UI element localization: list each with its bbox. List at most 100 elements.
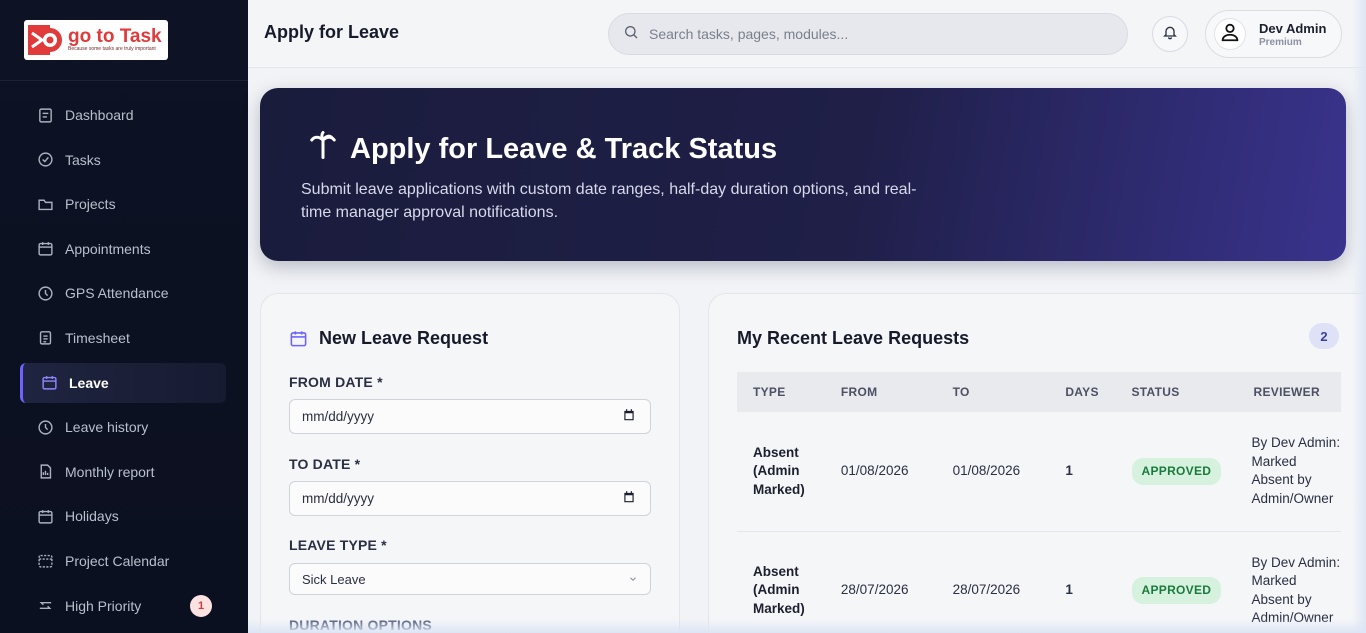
to-date-input[interactable]: mm/dd/yyyy	[289, 481, 651, 516]
palm-tree-icon	[308, 130, 338, 168]
sidebar-item-label: Dashboard	[65, 107, 134, 123]
cell-days: 1	[1065, 582, 1073, 598]
sidebar-item-dashboard[interactable]: Dashboard	[20, 95, 226, 135]
sidebar-item-high-priority[interactable]: High Priority 1	[20, 586, 226, 626]
column-header: TO	[952, 385, 970, 399]
user-name: Dev Admin	[1259, 20, 1327, 36]
logo-title: go to Task	[68, 25, 162, 47]
calendar-picker-icon	[622, 490, 636, 507]
cell-status: APPROVED	[1116, 412, 1238, 531]
clock-icon	[36, 418, 54, 436]
calendar-icon	[36, 240, 54, 258]
logo-mark-icon	[28, 23, 66, 57]
folder-icon	[36, 195, 54, 213]
clipboard-icon	[36, 329, 54, 347]
sidebar-item-gps-attendance[interactable]: GPS Attendance	[20, 273, 226, 313]
user-icon	[1219, 21, 1241, 48]
column-header: FROM	[840, 385, 878, 399]
table-row[interactable]: Absent (Admin Marked) 01/08/2026 01/08/2…	[737, 412, 1341, 531]
sidebar-item-leave-history[interactable]: Leave history	[20, 407, 226, 447]
sidebar-divider	[0, 80, 248, 81]
cell-to: 28/07/2026	[952, 582, 1021, 598]
sidebar-item-project-calendar[interactable]: Project Calendar	[20, 541, 226, 581]
sidebar-item-holidays[interactable]: Holidays	[20, 496, 226, 536]
hero-description: Submit leave applications with custom da…	[301, 181, 917, 221]
cell-to: 01/08/2026	[952, 463, 1021, 478]
sidebar-item-leave[interactable]: Leave	[20, 362, 226, 403]
sidebar: go to Task Because some tasks are truly …	[0, 0, 248, 633]
sidebar-item-label: Tasks	[65, 151, 101, 168]
table-row[interactable]: Absent (Admin Marked) 28/07/2026 28/07/2…	[737, 531, 1341, 633]
sidebar-item-label: GPS Attendance	[65, 285, 169, 302]
sidebar-item-label: Monthly report	[65, 463, 155, 480]
to-date-label: TO DATE *	[289, 456, 361, 472]
sidebar-item-appointments[interactable]: Appointments	[20, 229, 226, 269]
logo-tagline: Because some tasks are truly important	[68, 45, 156, 52]
leave-requests-table: TYPE FROM TO DAYS STATUS REVIEWER Absent…	[737, 372, 1341, 633]
sidebar-item-label: Projects	[65, 196, 116, 213]
sidebar-item-label: Leave	[69, 374, 109, 391]
cell-days: 1	[1065, 463, 1073, 478]
calendar-icon	[36, 507, 54, 525]
app-logo[interactable]: go to Task Because some tasks are truly …	[24, 20, 168, 60]
topbar: Apply for Leave Dev Admin Premium	[248, 0, 1366, 68]
sidebar-item-label: Project Calendar	[65, 552, 170, 569]
page-title: Apply for Leave	[264, 22, 400, 42]
from-date-label: FROM DATE *	[289, 374, 383, 390]
calendar-icon	[40, 374, 58, 392]
from-date-input[interactable]: mm/dd/yyyy	[289, 399, 651, 434]
leave-type-label: LEAVE TYPE *	[289, 537, 387, 553]
search-box[interactable]	[608, 13, 1128, 55]
user-plan: Premium	[1259, 36, 1302, 48]
cell-type: Absent (Admin Marked)	[753, 444, 805, 497]
priority-count-badge: 1	[190, 594, 212, 617]
column-header: REVIEWER	[1253, 385, 1320, 399]
duration-options-label: DURATION OPTIONS	[289, 617, 432, 633]
cell-type: Absent (Admin Marked)	[753, 563, 805, 616]
cell-status: APPROVED	[1116, 531, 1238, 633]
search-icon	[623, 24, 639, 45]
avatar	[1214, 18, 1246, 50]
sidebar-nav: Dashboard Tasks Projects Appointments GP…	[20, 95, 226, 630]
sidebar-item-label: High Priority	[65, 597, 142, 614]
status-badge: APPROVED	[1131, 577, 1222, 604]
clock-icon	[36, 284, 54, 302]
user-menu[interactable]: Dev Admin Premium	[1205, 10, 1342, 58]
bell-icon	[1162, 24, 1178, 45]
arrows-icon	[36, 597, 54, 615]
sidebar-item-tasks[interactable]: Tasks	[20, 140, 226, 180]
cell-reviewer: By Dev Admin: Marked Absent by Admin/Own…	[1251, 435, 1341, 506]
new-leave-request-card: New Leave Request FROM DATE * mm/dd/yyyy…	[260, 293, 680, 633]
cell-from: 28/07/2026	[840, 582, 909, 598]
requests-count-badge: 2	[1309, 323, 1339, 349]
calendar-picker-icon	[622, 408, 636, 425]
leave-type-select[interactable]: Sick Leave	[289, 563, 651, 595]
notifications-button[interactable]	[1152, 16, 1188, 52]
sidebar-item-projects[interactable]: Projects	[20, 184, 226, 224]
sidebar-item-monthly-report[interactable]: Monthly report	[20, 452, 226, 492]
report-icon	[36, 463, 54, 481]
card-title: My Recent Leave Requests	[737, 328, 970, 348]
status-badge: APPROVED	[1131, 458, 1222, 485]
hero-banner: Apply for Leave & Track Status Submit le…	[260, 88, 1346, 261]
card-title: New Leave Request	[319, 328, 489, 348]
search-input[interactable]	[649, 26, 1089, 42]
column-header: DAYS	[1065, 385, 1099, 399]
cell-from: 01/08/2026	[840, 463, 909, 478]
sidebar-item-timesheet[interactable]: Timesheet	[20, 318, 226, 358]
main-content: Apply for Leave & Track Status Submit le…	[248, 68, 1366, 633]
leave-type-value: Sick Leave	[302, 571, 366, 587]
calendar-dashed-icon	[36, 552, 54, 570]
table-header-row: TYPE FROM TO DAYS STATUS REVIEWER	[737, 372, 1341, 412]
to-date-value: mm/dd/yyyy	[302, 491, 375, 506]
recent-requests-card: My Recent Leave Requests 2 TYPE FROM TO …	[708, 293, 1366, 633]
calendar-icon	[289, 329, 308, 348]
sidebar-item-label: Timesheet	[65, 329, 130, 346]
dashboard-icon	[36, 106, 54, 124]
from-date-value: mm/dd/yyyy	[302, 409, 375, 424]
sidebar-item-label: Appointments	[65, 240, 151, 257]
chevron-down-icon	[628, 572, 638, 587]
column-header: STATUS	[1131, 385, 1180, 399]
sidebar-item-label: Holidays	[65, 508, 119, 525]
hero-title: Apply for Leave & Track Status	[350, 132, 778, 165]
